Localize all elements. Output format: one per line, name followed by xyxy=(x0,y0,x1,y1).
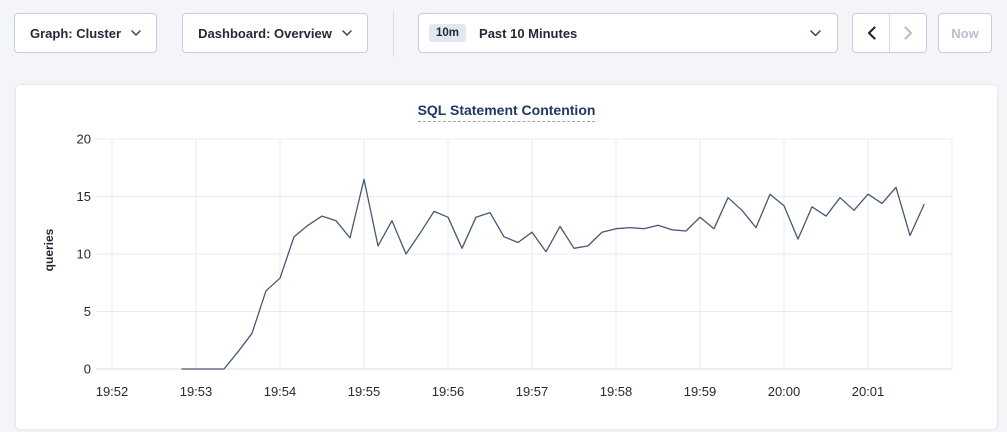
chart-title[interactable]: SQL Statement Contention xyxy=(418,102,596,122)
y-axis-label: queries xyxy=(42,228,56,271)
chart-panel: 0 5 10 15 20 19:52 19:53 19:54 19:55 19:56 19:57 19… xyxy=(15,84,998,430)
dashboard-dropdown-label: Dashboard: Overview xyxy=(198,26,332,41)
x-tick-label: 19:55 xyxy=(348,384,381,399)
x-tick-label: 19:56 xyxy=(432,384,465,399)
x-tick-label: 19:57 xyxy=(516,384,549,399)
time-window-badge: 10m xyxy=(429,24,466,42)
chart-line xyxy=(182,179,924,369)
chevron-down-icon xyxy=(810,30,821,37)
chevron-down-icon xyxy=(342,30,352,36)
time-window-selector[interactable]: 10m Past 10 Minutes xyxy=(418,13,838,53)
y-tick-label: 10 xyxy=(77,247,91,262)
time-nav-group xyxy=(852,13,927,53)
x-tick-label: 19:53 xyxy=(180,384,213,399)
y-tick-label: 0 xyxy=(84,362,91,377)
x-tick-label: 19:58 xyxy=(600,384,633,399)
next-time-button[interactable] xyxy=(889,14,926,52)
x-tick-label: 19:54 xyxy=(264,384,297,399)
y-tick-label: 5 xyxy=(84,304,91,319)
chevron-left-icon xyxy=(867,26,876,40)
chevron-right-icon xyxy=(904,26,913,40)
chart-title-row: SQL Statement Contention xyxy=(16,102,997,122)
now-button[interactable]: Now xyxy=(938,13,992,53)
graph-dropdown-label: Graph: Cluster xyxy=(30,26,121,41)
y-tick-label: 20 xyxy=(77,132,91,147)
prev-time-button[interactable] xyxy=(853,14,889,52)
x-tick-label: 20:00 xyxy=(768,384,801,399)
y-tick-label: 15 xyxy=(77,189,91,204)
dashboard-dropdown[interactable]: Dashboard: Overview xyxy=(182,13,368,53)
dashboard-page: Graph: Cluster Dashboard: Overview 10m P… xyxy=(0,0,1007,432)
x-tick-label: 19:52 xyxy=(96,384,129,399)
toolbar-divider xyxy=(393,11,394,57)
sql-contention-chart: 0 5 10 15 20 19:52 19:53 19:54 19:55 19:56 19:57 19… xyxy=(16,85,997,429)
chevron-down-icon xyxy=(131,30,141,36)
graph-dropdown[interactable]: Graph: Cluster xyxy=(14,13,157,53)
x-tick-label: 20:01 xyxy=(852,384,885,399)
time-window-label: Past 10 Minutes xyxy=(479,26,577,41)
x-tick-label: 19:59 xyxy=(684,384,717,399)
